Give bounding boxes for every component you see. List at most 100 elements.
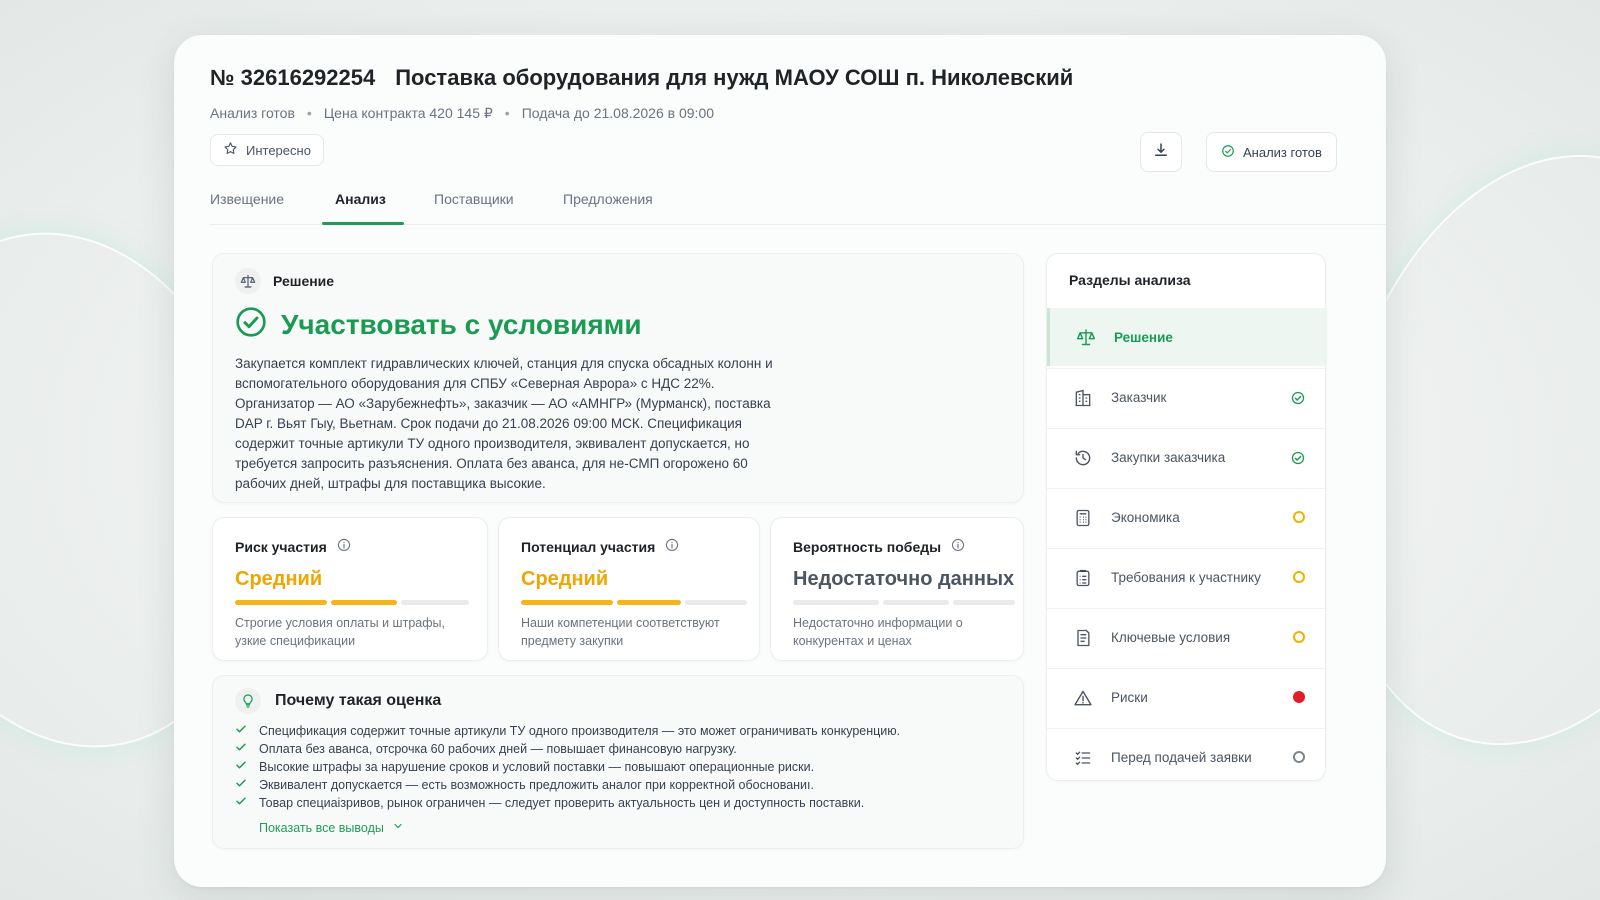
list-item: Спецификация содержит точные артикули ТУ…	[235, 722, 900, 740]
section-item-risks[interactable]: Риски	[1047, 668, 1327, 726]
list-item: Товар специаізривов, рынок ограничен — с…	[235, 794, 900, 812]
download-button[interactable]	[1140, 132, 1182, 172]
sections-heading: Разделы анализа	[1069, 272, 1191, 288]
status-done-icon	[1291, 391, 1305, 408]
document-icon	[1069, 628, 1097, 648]
status-done-icon	[1291, 451, 1305, 468]
reason-text: Эквивалент допускается — есть возможност…	[259, 778, 814, 792]
meta-deadline: Подача до 21.08.2026 в 09:00	[521, 105, 715, 121]
info-icon[interactable]	[337, 538, 351, 555]
warning-icon	[1069, 688, 1097, 708]
section-item-key-conditions[interactable]: Ключевые условия	[1047, 608, 1327, 666]
reason-text: Спецификация содержит точные артикули ТУ…	[259, 724, 901, 738]
section-item-before-submission[interactable]: Перед подачей заявки	[1047, 728, 1327, 786]
section-label: Требования к участнику	[1111, 570, 1261, 585]
reasoning-list: Спецификация содержит точные артикули ТУ…	[235, 722, 900, 812]
tender-title: Поставка оборудования для нужд МАОУ СОШ …	[395, 65, 1074, 90]
meta-analysis-status: Анализ готов	[210, 105, 295, 121]
section-item-customer[interactable]: Заказчик	[1047, 368, 1327, 426]
building-icon	[1069, 388, 1097, 408]
metric-level-bar	[521, 600, 747, 605]
lightbulb-icon	[235, 688, 261, 714]
reason-text: Высокие штрафы за нарушение сроков и усл…	[259, 760, 815, 774]
section-label: Решение	[1114, 329, 1173, 345]
check-icon	[235, 794, 247, 812]
status-empty-icon	[1293, 751, 1305, 763]
download-icon	[1152, 141, 1170, 164]
metric-description: Наши компетенции соответствуют предмету …	[521, 616, 720, 648]
tender-number: № 32616292254	[210, 65, 376, 90]
show-all-label: Показать все выводы	[259, 820, 384, 835]
section-item-customer-purchases[interactable]: Закупки заказчика	[1047, 428, 1327, 486]
verdict-check-icon	[235, 306, 267, 343]
section-item-economics[interactable]: Экономика	[1047, 488, 1327, 546]
status-pending-icon	[1293, 631, 1305, 643]
metric-header: Потенциал участия	[521, 538, 679, 555]
reasoning-header: Почему такая оценка	[235, 688, 441, 714]
level-segment	[685, 600, 747, 605]
analysis-status-button[interactable]: Анализ готов	[1206, 132, 1337, 172]
metric-card-win-probability: Вероятность победы Недостаточно данных Н…	[770, 517, 1024, 661]
tab-suppliers[interactable]: Поставщики	[434, 191, 514, 207]
check-icon	[235, 758, 247, 776]
verdict-text: Участвовать с условиями	[281, 308, 642, 340]
check-icon	[235, 722, 247, 740]
tab-notice[interactable]: Извещение	[210, 191, 284, 207]
meta-separator: •	[306, 105, 312, 121]
section-label: Ключевые условия	[1111, 630, 1231, 645]
interest-button[interactable]: Интересно	[210, 134, 324, 166]
metric-title: Вероятность победы	[793, 538, 942, 555]
tab-offers[interactable]: Предложения	[563, 191, 653, 207]
section-item-requirements[interactable]: Требования к участнику	[1047, 548, 1327, 606]
history-icon	[1069, 448, 1097, 468]
info-icon[interactable]	[951, 538, 965, 555]
decision-panel: Решение Участвовать с условиями Закупает…	[212, 253, 1024, 503]
metric-value: Недостаточно данных	[793, 568, 1015, 590]
clipboard-icon	[1069, 568, 1097, 588]
metric-title: Риск участия	[235, 538, 327, 555]
level-segment	[331, 600, 397, 605]
chevron-down-icon	[392, 820, 404, 835]
info-icon[interactable]	[665, 538, 679, 555]
reason-text: Товар специаізривов, рынок ограничен — с…	[259, 796, 865, 810]
tab-analysis[interactable]: Анализ	[335, 191, 386, 207]
tab-bar: Извещение Анализ Поставщики Предложения	[210, 185, 1386, 225]
star-icon	[223, 141, 238, 159]
section-label: Перед подачей заявки	[1111, 750, 1252, 765]
list-item: Эквивалент допускается — есть возможност…	[235, 776, 900, 794]
checklist-icon	[1069, 748, 1097, 768]
decision-header: Решение	[235, 268, 334, 294]
metric-description: Недостаточно информации о конкурентах и …	[793, 616, 963, 648]
level-segment	[793, 600, 879, 605]
show-all-conclusions-link[interactable]: Показать все выводы	[259, 820, 404, 835]
metric-level-bar	[235, 600, 469, 605]
active-tab-indicator	[322, 222, 404, 225]
level-segment	[883, 600, 949, 605]
list-item: Высокие штрафы за нарушение сроков и усл…	[235, 758, 900, 776]
section-item-decision[interactable]: Решение	[1047, 308, 1327, 366]
section-label: Экономика	[1111, 510, 1180, 525]
metric-header: Вероятность победы	[793, 538, 965, 555]
meta-contract-price: Цена контракта 420 145 ₽	[323, 105, 493, 121]
check-icon	[235, 740, 247, 758]
metric-description: Строгие условия оплаты и штрафы, узкие с…	[235, 616, 445, 648]
decision-summary: Закупается комплект гидравлических ключе…	[235, 356, 773, 491]
metric-card-potential: Потенциал участия Средний Наши компетенц…	[498, 517, 760, 661]
list-item: Оплата без аванса, отсрочка 60 рабочих д…	[235, 740, 900, 758]
calculator-icon	[1069, 508, 1097, 528]
section-label: Риски	[1111, 690, 1148, 705]
section-label: Заказчик	[1111, 390, 1167, 405]
status-alert-icon	[1293, 691, 1305, 703]
level-segment	[401, 600, 469, 605]
title-row: № 32616292254 Поставка оборудования для …	[210, 65, 1073, 91]
metric-value: Средний	[521, 568, 609, 590]
analysis-status-label: Анализ готов	[1243, 144, 1322, 160]
reason-text: Оплата без аванса, отсрочка 60 рабочих д…	[259, 742, 737, 756]
interest-label: Интересно	[246, 142, 311, 158]
tender-card: № 32616292254 Поставка оборудования для …	[174, 35, 1386, 887]
level-segment	[953, 600, 1015, 605]
metric-level-bar	[793, 600, 1015, 605]
analysis-sections-panel: Разделы анализа Решение Заказчик Закупки…	[1046, 253, 1327, 781]
reasoning-panel: Почему такая оценка Спецификация содержи…	[212, 675, 1024, 849]
metric-value: Средний	[235, 568, 323, 590]
